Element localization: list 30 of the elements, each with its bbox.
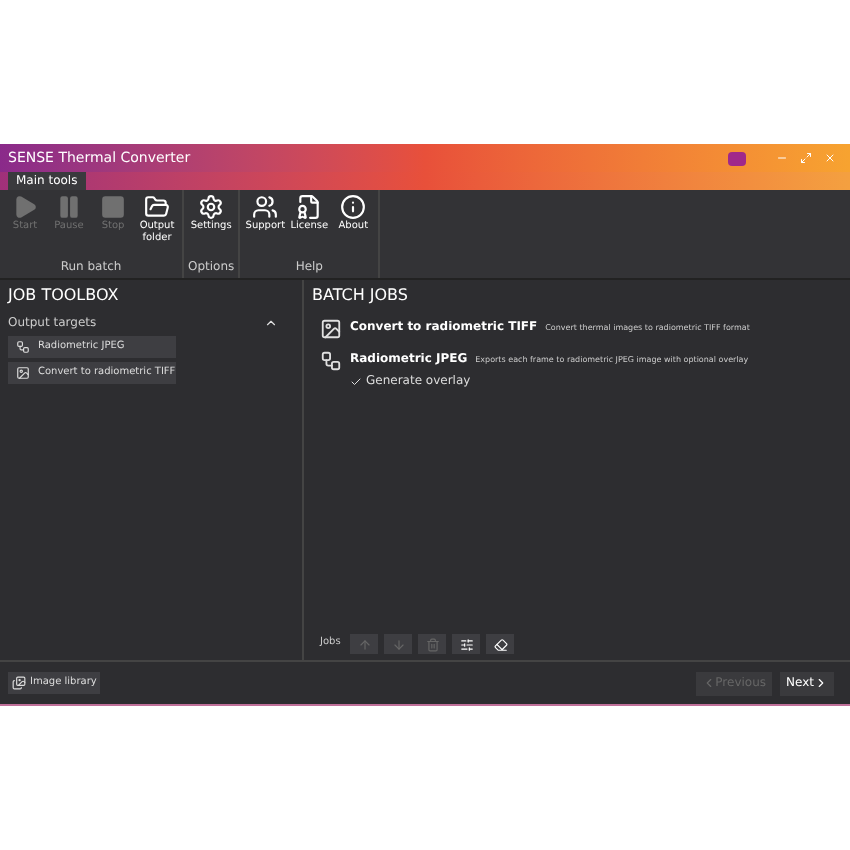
jobs-toolbar-button[interactable] bbox=[486, 634, 515, 654]
settings-icon bbox=[198, 194, 225, 220]
document-badge-icon bbox=[296, 194, 323, 220]
image-icon bbox=[16, 366, 30, 380]
people-icon bbox=[252, 194, 279, 220]
info-icon bbox=[340, 194, 367, 220]
arrow-down-icon bbox=[391, 637, 406, 651]
app-logo-icon bbox=[728, 151, 746, 165]
jobs-toolbar-button[interactable] bbox=[452, 634, 481, 654]
minimize-icon bbox=[776, 152, 788, 164]
close-icon bbox=[824, 152, 836, 164]
pause-icon bbox=[56, 194, 82, 220]
stop-icon bbox=[100, 194, 126, 220]
checkbox[interactable] bbox=[350, 375, 362, 387]
check-icon bbox=[350, 375, 362, 387]
eraser-icon bbox=[493, 637, 508, 651]
collapse-icon[interactable] bbox=[264, 316, 278, 330]
play-icon bbox=[12, 194, 38, 220]
panel-heading: JOB TOOLBOX bbox=[8, 284, 121, 308]
trash-icon bbox=[425, 637, 440, 651]
chevron-left-icon bbox=[701, 676, 716, 690]
arrow-up-icon bbox=[357, 637, 372, 651]
panel-heading: BATCH JOBS bbox=[312, 284, 410, 308]
nodes-icon bbox=[320, 350, 342, 372]
sliders-icon bbox=[459, 637, 474, 651]
gallery-icon bbox=[12, 676, 26, 690]
folder-icon bbox=[144, 194, 170, 220]
chevron-right-icon bbox=[814, 676, 828, 690]
nodes-icon bbox=[16, 340, 30, 354]
image-icon bbox=[320, 318, 342, 340]
